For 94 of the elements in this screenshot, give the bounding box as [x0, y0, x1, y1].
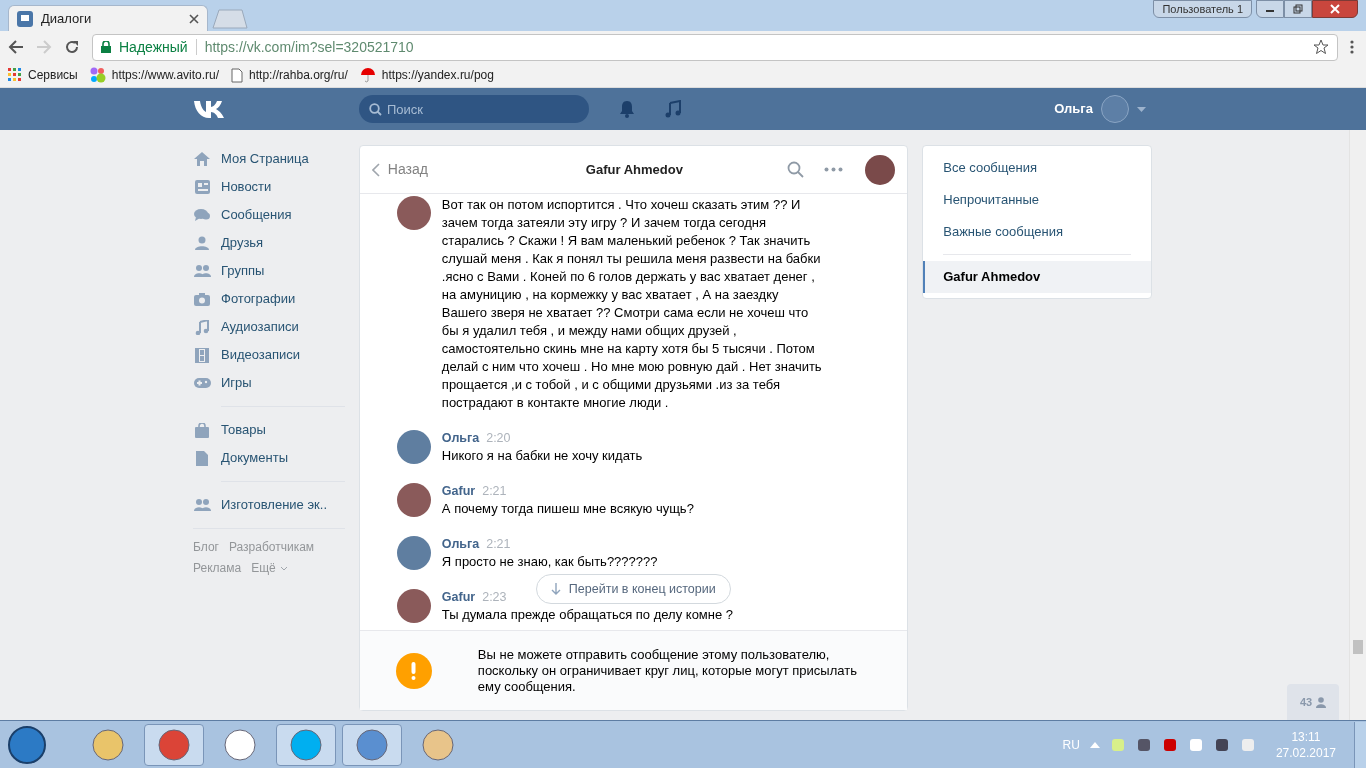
sidebar-item[interactable]: Видеозаписи: [193, 341, 345, 369]
menu-icon[interactable]: [1350, 39, 1354, 55]
camera-icon: [194, 292, 210, 306]
chevron-left-icon: [371, 162, 380, 177]
avatar: [396, 196, 431, 230]
lock-icon: [101, 41, 111, 53]
sidebar-item[interactable]: Группы: [193, 257, 345, 285]
message-time: 2:21: [482, 483, 507, 500]
sidebar-item[interactable]: Новости: [193, 173, 345, 201]
avatar: [396, 483, 431, 517]
bookmark-link[interactable]: Сервисы: [8, 66, 78, 84]
chevron-down-icon: [279, 565, 288, 571]
music-note-icon[interactable]: [665, 100, 681, 118]
sidebar-item[interactable]: Моя Страница: [193, 145, 345, 173]
film-strip-icon: [195, 347, 209, 363]
sidebar-item[interactable]: Документы: [193, 444, 345, 472]
sidebar-item[interactable]: Игры: [193, 369, 345, 397]
filter-item[interactable]: Все сообщения: [923, 152, 1151, 184]
person-icon: [195, 236, 209, 250]
more-icon[interactable]: [824, 167, 844, 172]
umbrella-icon: [359, 67, 376, 83]
sidebar-item[interactable]: Аудиозаписи: [193, 313, 345, 341]
avatar: [396, 589, 431, 623]
sidebar-item[interactable]: Фотографии: [193, 285, 345, 313]
dropdown-caret-icon: [1137, 106, 1146, 112]
bookmark-link[interactable]: https://www.avito.ru/: [89, 66, 220, 84]
star-icon[interactable]: [1313, 39, 1329, 55]
conversation-item[interactable]: Gafur Ahmedov: [923, 261, 1151, 293]
message-text: Я просто не знаю, как быть???????: [441, 553, 659, 571]
newspaper-icon: [194, 180, 210, 194]
message-text: Вот так он потом испортится . Что хочеш сказать этим ?? И зачем тогда затеяли эту игру ? И зачем тогда сегодня старались ? Скажи ! Я вам маленький ребенок ? Так значить слушай меня . Как я понял ты решила меня развести на бабки .ясно с Вами . Коней по 6 голов держать у вас хватает денег , на амуницию , на кормежку у вас хватает , А на заездку Вашего зверя не хватает ?? Смотри сама если не хочеш что бы я удалил тебя , и между нами общих друзей , самостоятельно скинь мне на карту хотя бы 5 тысячи . Потом делай с ним что хочеш . Но мне мою ровную дай . Нет значить прощается ,и с тобой , и с общими друзьями .из за тебя пострадают в контакте многие люди .: [441, 196, 823, 412]
page-icon: [231, 67, 244, 83]
search-icon[interactable]: [787, 161, 805, 178]
search-field[interactable]: Поиск: [359, 95, 589, 123]
people-icon: [193, 264, 211, 278]
reload-icon[interactable]: [64, 39, 80, 55]
notice-text: Вы не можете отправить сообщение этому пользователю, поскольку он ограничивает круг лиц, которые могут присылать ему сообщения.: [477, 646, 858, 695]
sidebar-item[interactable]: Товары: [193, 416, 345, 444]
sidebar-item[interactable]: Сообщения: [193, 201, 345, 229]
scrollbar[interactable]: [1349, 130, 1366, 720]
message-text: Никого я на бабки не хочу кидать: [441, 447, 644, 465]
message-text: Ты думала прежде обращаться по делу комне ?: [441, 606, 735, 624]
taskbar-app[interactable]: [276, 723, 336, 766]
sender-name[interactable]: Ольга: [441, 430, 480, 447]
filter-item[interactable]: Непрочитанные: [923, 184, 1151, 216]
back-arrow-icon[interactable]: [8, 39, 24, 55]
profile-menu[interactable]: Ольга: [1054, 95, 1146, 123]
browser-tab[interactable]: Диалоги: [8, 5, 208, 31]
gamepad-icon: [193, 377, 211, 389]
sidebar-item[interactable]: Друзья: [193, 229, 345, 257]
taskbar-app[interactable]: [144, 723, 204, 766]
exclamation-icon: [411, 661, 417, 680]
chat-title: Gafur Ahmedov: [585, 160, 683, 179]
sender-name[interactable]: Gafur: [441, 589, 476, 606]
person-icon: [1316, 696, 1327, 708]
sender-name[interactable]: Gafur: [441, 483, 476, 500]
document-icon: [196, 450, 208, 466]
message-time: 2:21: [486, 536, 511, 553]
apps-grid-icon: [8, 68, 22, 82]
show-desktop-button[interactable]: [1354, 721, 1366, 768]
restore-icon[interactable]: [1293, 4, 1303, 14]
shopping-bag-icon: [195, 422, 209, 438]
scroll-to-end-button[interactable]: Перейти в конец истории: [535, 574, 731, 604]
dots-icon: [89, 67, 106, 83]
avatar: [1101, 95, 1129, 123]
vk-logo-icon[interactable]: [193, 99, 227, 119]
bell-icon[interactable]: [619, 100, 635, 118]
profile-button[interactable]: Пользователь 1: [1153, 0, 1252, 18]
house-icon: [194, 152, 210, 166]
bookmark-link[interactable]: http://rahba.org/ru/: [231, 66, 348, 84]
back-link[interactable]: Назад: [371, 159, 428, 180]
taskbar-app[interactable]: [342, 723, 402, 766]
sender-name[interactable]: Ольга: [441, 536, 480, 553]
url-text: https://vk.com/im?sel=320521710: [204, 37, 415, 57]
sidebar-item[interactable]: Изготовление эк..: [193, 491, 345, 519]
arrow-down-icon: [550, 583, 561, 595]
address-bar[interactable]: Надежный https://vk.com/im?sel=320521710: [92, 33, 1338, 61]
message-text: А почему тогда пишеш мне всякую чущь?: [441, 500, 695, 518]
chat-bubble-icon: [17, 10, 33, 27]
close-icon[interactable]: [189, 13, 199, 24]
security-label: Надежный: [119, 37, 188, 57]
avatar[interactable]: [865, 154, 896, 185]
caret-up-icon[interactable]: [1089, 741, 1100, 748]
search-icon: [369, 103, 382, 116]
message-time: 2:20: [486, 430, 511, 447]
avatar: [396, 430, 431, 464]
avatar: [396, 536, 431, 570]
filter-item[interactable]: Важные сообщения: [923, 216, 1151, 248]
speech-bubbles-icon: [194, 208, 210, 222]
music-note-icon: [195, 319, 209, 335]
people-icon: [193, 498, 211, 512]
start-button[interactable]: [8, 725, 46, 764]
bookmark-link[interactable]: https://yandex.ru/pog: [359, 66, 494, 84]
message-time: 2:23: [482, 589, 507, 606]
